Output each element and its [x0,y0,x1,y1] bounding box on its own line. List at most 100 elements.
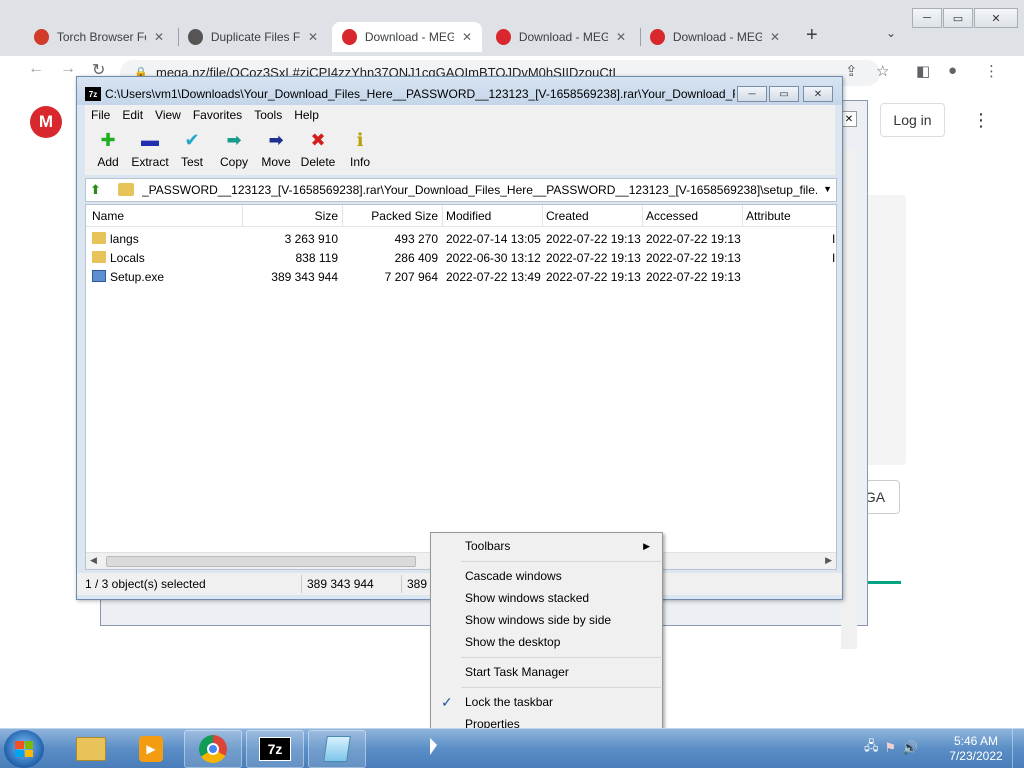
column-header-name[interactable]: Name [92,209,124,223]
volume-icon[interactable]: 🔊 [902,740,918,756]
copy-button[interactable]: ➡ Copy [211,129,257,169]
file-row[interactable]: Setup.exe 389 343 944 7 207 964 2022-07-22 … [86,267,836,286]
extract-icon: ▬ [141,130,159,150]
menu-favorites[interactable]: Favorites [187,108,248,122]
file-created: 2022-07-22 19:13 [546,270,641,284]
browser-tab[interactable]: Download - MEG ✕ [332,22,482,52]
tab-title: Torch Browser Fo [56,30,146,44]
forward-arrow-icon[interactable]: → [60,60,76,78]
file-created: 2022-07-22 19:13 [546,232,641,246]
tab-close-icon[interactable]: ✕ [154,30,164,44]
close-button[interactable]: ✕ [974,8,1018,28]
scrollbar-thumb[interactable] [106,556,416,567]
tab-close-icon[interactable]: ✕ [616,30,626,44]
mega-progress-bar [866,581,901,584]
tab-favicon-icon [496,29,511,45]
browser-tab[interactable]: Torch Browser Fo ✕ [24,22,174,52]
browser-tab[interactable]: Download - MEG ✕ [640,22,790,52]
minimize-button[interactable]: ─ [912,8,942,28]
sevenzip-close-button[interactable]: ✕ [803,86,833,102]
chrome-tab-bar: Torch Browser Fo ✕ Duplicate Files Fo ✕ Down… [0,0,1024,56]
folder-icon [92,232,106,244]
chrome-menu-icon[interactable]: ⋮ [984,62,999,80]
path-dropdown-icon[interactable]: ▼ [823,184,832,194]
page-menu-icon[interactable]: ⋮ [972,110,990,131]
explorer-taskbar-icon[interactable] [62,730,120,768]
clock-time: 5:46 AM [953,734,999,748]
file-name: Locals [110,251,145,265]
clock[interactable]: 5:46 AM 7/23/2022 [940,734,1012,764]
file-row[interactable]: Locals 838 119 286 409 2022-06-30 13:12 2022… [86,248,836,267]
file-name: Setup.exe [110,270,165,284]
file-accessed: 2022-07-22 19:13 [646,251,741,265]
tab-close-icon[interactable]: ✕ [462,30,472,44]
scroll-right-icon[interactable]: ▶ [825,555,832,566]
file-packed: 493 270 [394,232,438,246]
menu-item-toolbars[interactable]: Toolbars ▶ [433,536,660,556]
delete-button[interactable]: ✖ Delete [295,129,341,169]
column-header-attribute[interactable]: Attribute [746,209,791,223]
menu-item-stacked[interactable]: Show windows stacked [433,588,660,608]
file-packed: 286 409 [394,251,438,265]
sevenzip-taskbar-icon[interactable]: 7z [246,730,304,768]
chrome-taskbar-icon[interactable] [184,730,242,768]
add-icon: ✚ [100,130,116,150]
extract-button[interactable]: ▬ Extract [127,129,173,169]
show-desktop-button[interactable] [1012,729,1024,768]
profile-icon[interactable]: ● [948,62,957,79]
taskbar[interactable]: ▶ 7z 🖧 ⚑ 🔊 5:46 AM 7/23/2022 [0,728,1024,768]
menu-edit[interactable]: Edit [116,108,149,122]
sevenzip-titlebar[interactable]: 7z C:\Users\vm1\Downloads\Your_Download_… [77,77,842,105]
menu-help[interactable]: Help [288,108,325,122]
file-name: langs [110,232,139,246]
file-accessed: 2022-07-22 19:13 [646,270,741,284]
sevenzip-maximize-button[interactable]: ▭ [769,86,799,102]
folder-up-icon[interactable]: ⬆ [90,182,108,198]
background-dialog-scrollbar[interactable] [841,149,857,649]
column-header-size[interactable]: Size [315,209,338,223]
menu-file[interactable]: File [85,108,116,122]
sevenzip-toolbar: ✚ Add ▬ Extract ✔ Test ➡ Copy ➡ Move ✖ Delete ℹ Info [85,125,835,175]
taskbar-context-menu: Toolbars ▶ Cascade windows Show windows … [430,532,663,738]
menu-item-task-manager[interactable]: Start Task Manager [433,662,660,682]
menu-item-cascade[interactable]: Cascade windows [433,566,660,586]
column-header-created[interactable]: Created [546,209,589,223]
column-header-packed-size[interactable]: Packed Size [371,209,438,223]
notepad-taskbar-icon[interactable] [308,730,366,768]
tab-title: Download - MEG [364,30,454,44]
scroll-left-icon[interactable]: ◀ [90,555,97,566]
tab-search-chevron-icon[interactable]: ⌄ [886,26,896,40]
column-header-accessed[interactable]: Accessed [646,209,698,223]
menu-item-side-by-side[interactable]: Show windows side by side [433,610,660,630]
share-icon[interactable]: ⇪ [845,62,858,80]
menu-item-lock-taskbar[interactable]: ✓ Lock the taskbar [433,692,660,712]
browser-tab[interactable]: Duplicate Files Fo ✕ [178,22,328,52]
action-center-flag-icon[interactable]: ⚑ [885,740,897,756]
test-button[interactable]: ✔ Test [169,129,215,169]
tab-close-icon[interactable]: ✕ [308,30,318,44]
path-bar[interactable]: ⬆ _PASSWORD__123123_[V-1658569238].rar\Y… [85,178,837,202]
menu-view[interactable]: View [149,108,187,122]
menu-item-show-desktop[interactable]: Show the desktop [433,632,660,652]
background-dialog-close-icon[interactable]: ✕ [841,111,857,127]
login-button[interactable]: Log in [880,103,945,137]
info-button[interactable]: ℹ Info [337,129,383,169]
mega-logo[interactable]: M [30,106,62,138]
column-header-modified[interactable]: Modified [446,209,491,223]
side-panel-icon[interactable]: ◧ [916,62,930,80]
sevenzip-minimize-button[interactable]: ─ [737,86,767,102]
browser-tab[interactable]: Download - MEG ✕ [486,22,636,52]
add-button[interactable]: ✚ Add [85,129,131,169]
network-icon[interactable]: 🖧 [864,737,879,759]
window-title: C:\Users\vm1\Downloads\Your_Download_Fil… [105,87,735,101]
back-arrow-icon[interactable]: ← [28,60,44,78]
start-button[interactable] [4,730,44,768]
tab-close-icon[interactable]: ✕ [770,30,780,44]
menu-tools[interactable]: Tools [248,108,288,122]
file-row[interactable]: langs 3 263 910 493 270 2022-07-14 13:05 202… [86,229,836,248]
new-tab-button[interactable]: + [806,24,818,47]
maximize-button[interactable]: ▭ [943,8,973,28]
move-button[interactable]: ➡ Move [253,129,299,169]
bookmark-star-icon[interactable]: ☆ [876,62,889,80]
media-player-taskbar-icon[interactable]: ▶ [122,730,180,768]
